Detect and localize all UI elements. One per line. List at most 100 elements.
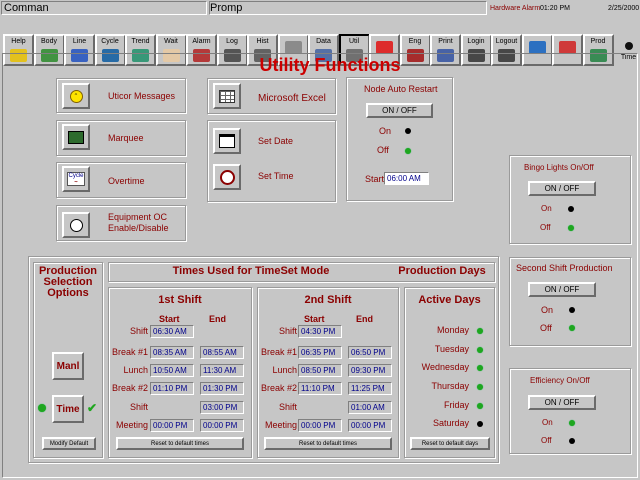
node-restart-start-field[interactable]: 06:00 AM — [384, 172, 429, 185]
active-days-panel — [404, 287, 495, 458]
second-shift-toggle-button[interactable]: ON / OFF — [528, 282, 596, 297]
shift2-end-field[interactable]: 01:00 AM — [348, 401, 392, 414]
prompt-label: Promp — [210, 2, 243, 14]
set-time-button[interactable] — [213, 164, 241, 190]
shift1-start-header: Start — [159, 314, 180, 324]
set-date-button[interactable] — [213, 128, 241, 154]
shift2-title: 2nd Shift — [304, 294, 352, 306]
toolbar-label: Alarm — [192, 38, 211, 45]
shift1-start-field[interactable]: 06:30 AM — [150, 325, 194, 338]
efficiency-toggle-button[interactable]: ON / OFF — [528, 395, 596, 410]
day-active-indicator[interactable] — [477, 347, 483, 353]
bingo-off-indicator — [568, 225, 574, 231]
shift2-row-label: Lunch — [272, 365, 297, 375]
shift2-start-field[interactable]: 11:10 PM — [298, 382, 342, 395]
second-shift-off-indicator — [569, 325, 575, 331]
shift2-end-field[interactable]: 06:50 PM — [348, 346, 392, 359]
shift2-end-header: End — [356, 314, 373, 324]
day-active-indicator[interactable] — [477, 421, 483, 427]
second-shift-on-indicator — [569, 307, 575, 313]
efficiency-on-label: On — [542, 418, 553, 427]
shift1-end-field[interactable]: 11:30 AM — [200, 364, 244, 377]
shift1-end-field[interactable]: 08:55 AM — [200, 346, 244, 359]
day-active-indicator[interactable] — [477, 403, 483, 409]
shift2-start-field[interactable]: 06:35 PM — [298, 346, 342, 359]
bingo-off-label: Off — [540, 223, 551, 232]
marquee-button[interactable] — [62, 124, 90, 150]
toolbar: Help Body Line Cycle Trend Wait Alarm Log Hist Da… — [0, 16, 640, 66]
node-restart-off-label: Off — [377, 145, 389, 155]
modify-default-button[interactable]: Modify Default — [42, 437, 96, 450]
shift1-start-field[interactable]: 01:10 PM — [150, 382, 194, 395]
shift2-end-field[interactable]: 00:00 PM — [348, 419, 392, 432]
node-auto-restart-title: Node Auto Restart — [364, 84, 438, 94]
shift2-start-field[interactable]: 08:50 PM — [298, 364, 342, 377]
shift1-end-field[interactable]: 01:30 PM — [200, 382, 244, 395]
days-reset-button[interactable]: Reset to default days — [410, 437, 490, 450]
clock-date: 2/25/2000 — [608, 5, 640, 12]
second-shift-title: Second Shift Production — [516, 263, 613, 273]
bingo-toggle-button[interactable]: ON / OFF — [528, 181, 596, 196]
shift1-end-field[interactable]: 03:00 PM — [200, 401, 244, 414]
second-shift-off-label: Off — [540, 323, 552, 333]
node-restart-off-indicator — [405, 148, 411, 154]
time-mode-indicator — [38, 404, 46, 412]
equipment-oc-button[interactable] — [62, 212, 90, 238]
day-label: Thursday — [431, 381, 469, 391]
shift2-start-field[interactable]: 04:30 PM — [298, 325, 342, 338]
shift2-start-header: Start — [304, 314, 325, 324]
shift2-reset-button[interactable]: Reset to default times — [264, 437, 392, 450]
toolbar-label: Wait — [164, 38, 178, 45]
shift1-row-label: Break #2 — [111, 383, 148, 393]
toolbar-label: Log — [226, 38, 238, 45]
node-restart-toggle-button[interactable]: ON / OFF — [366, 103, 433, 118]
command-field[interactable]: Comman — [1, 1, 207, 15]
toolbar-label: Eng — [408, 38, 422, 45]
toolbar-label: Cycle — [101, 38, 119, 45]
toolbar-label: Logout — [495, 38, 518, 45]
shift2-end-field[interactable]: 09:30 PM — [348, 364, 392, 377]
shift2-row-label: Break #2 — [260, 383, 297, 393]
manual-mode-button[interactable]: Manl — [52, 352, 84, 380]
efficiency-off-label: Off — [541, 436, 552, 445]
shift1-start-field[interactable]: 10:50 AM — [150, 364, 194, 377]
prompt-field[interactable]: Promp — [209, 1, 487, 15]
marquee-label: Marquee — [108, 133, 144, 143]
equipment-oc-label: Equipment OC Enable/Disable — [108, 212, 169, 233]
shift2-row-label: Meeting — [264, 420, 297, 430]
shift2-end-field[interactable]: 11:25 PM — [348, 382, 392, 395]
stopwatch-icon — [69, 218, 83, 232]
day-label: Wednesday — [421, 362, 469, 372]
shift1-title: 1st Shift — [158, 294, 202, 306]
set-date-label: Set Date — [258, 136, 294, 146]
shift1-end-header: End — [209, 314, 226, 324]
shift1-row-label: Lunch — [123, 365, 148, 375]
day-label: Monday — [436, 325, 469, 335]
day-active-indicator[interactable] — [477, 328, 483, 334]
shift1-row-label: Shift — [129, 402, 148, 412]
toolbar-label: Login — [467, 38, 485, 45]
day-active-indicator[interactable] — [477, 384, 483, 390]
times-title: Times Used for TimeSet Mode — [172, 265, 330, 277]
spreadsheet-icon — [219, 89, 235, 103]
shift1-row-label: Meeting — [115, 420, 148, 430]
shift2-start-field[interactable]: 00:00 PM — [298, 419, 342, 432]
time-mode-button[interactable]: Time — [52, 395, 84, 423]
shift1-end-field[interactable]: 00:00 PM — [200, 419, 244, 432]
cycle-icon: Cycle ~ — [67, 172, 85, 186]
shift1-start-field[interactable]: 00:00 PM — [150, 419, 194, 432]
shift1-reset-button[interactable]: Reset to default times — [116, 437, 244, 450]
shift1-start-field[interactable]: 08:35 AM — [150, 346, 194, 359]
toolbar-label: Help — [11, 38, 26, 45]
toolbar-label: Hist — [256, 38, 269, 45]
microsoft-excel-button[interactable] — [213, 83, 241, 109]
overtime-button[interactable]: Cycle ~ — [62, 166, 90, 192]
efficiency-off-indicator — [569, 438, 575, 444]
page-title: Utility Functions — [259, 55, 401, 75]
uticor-messages-button[interactable]: ᵔ — [62, 83, 90, 109]
node-restart-on-indicator — [405, 128, 411, 134]
day-active-indicator[interactable] — [477, 365, 483, 371]
production-options-title: Production Selection Options — [38, 265, 98, 299]
node-restart-start-label: Start — [365, 174, 385, 184]
day-label: Tuesday — [434, 344, 469, 354]
